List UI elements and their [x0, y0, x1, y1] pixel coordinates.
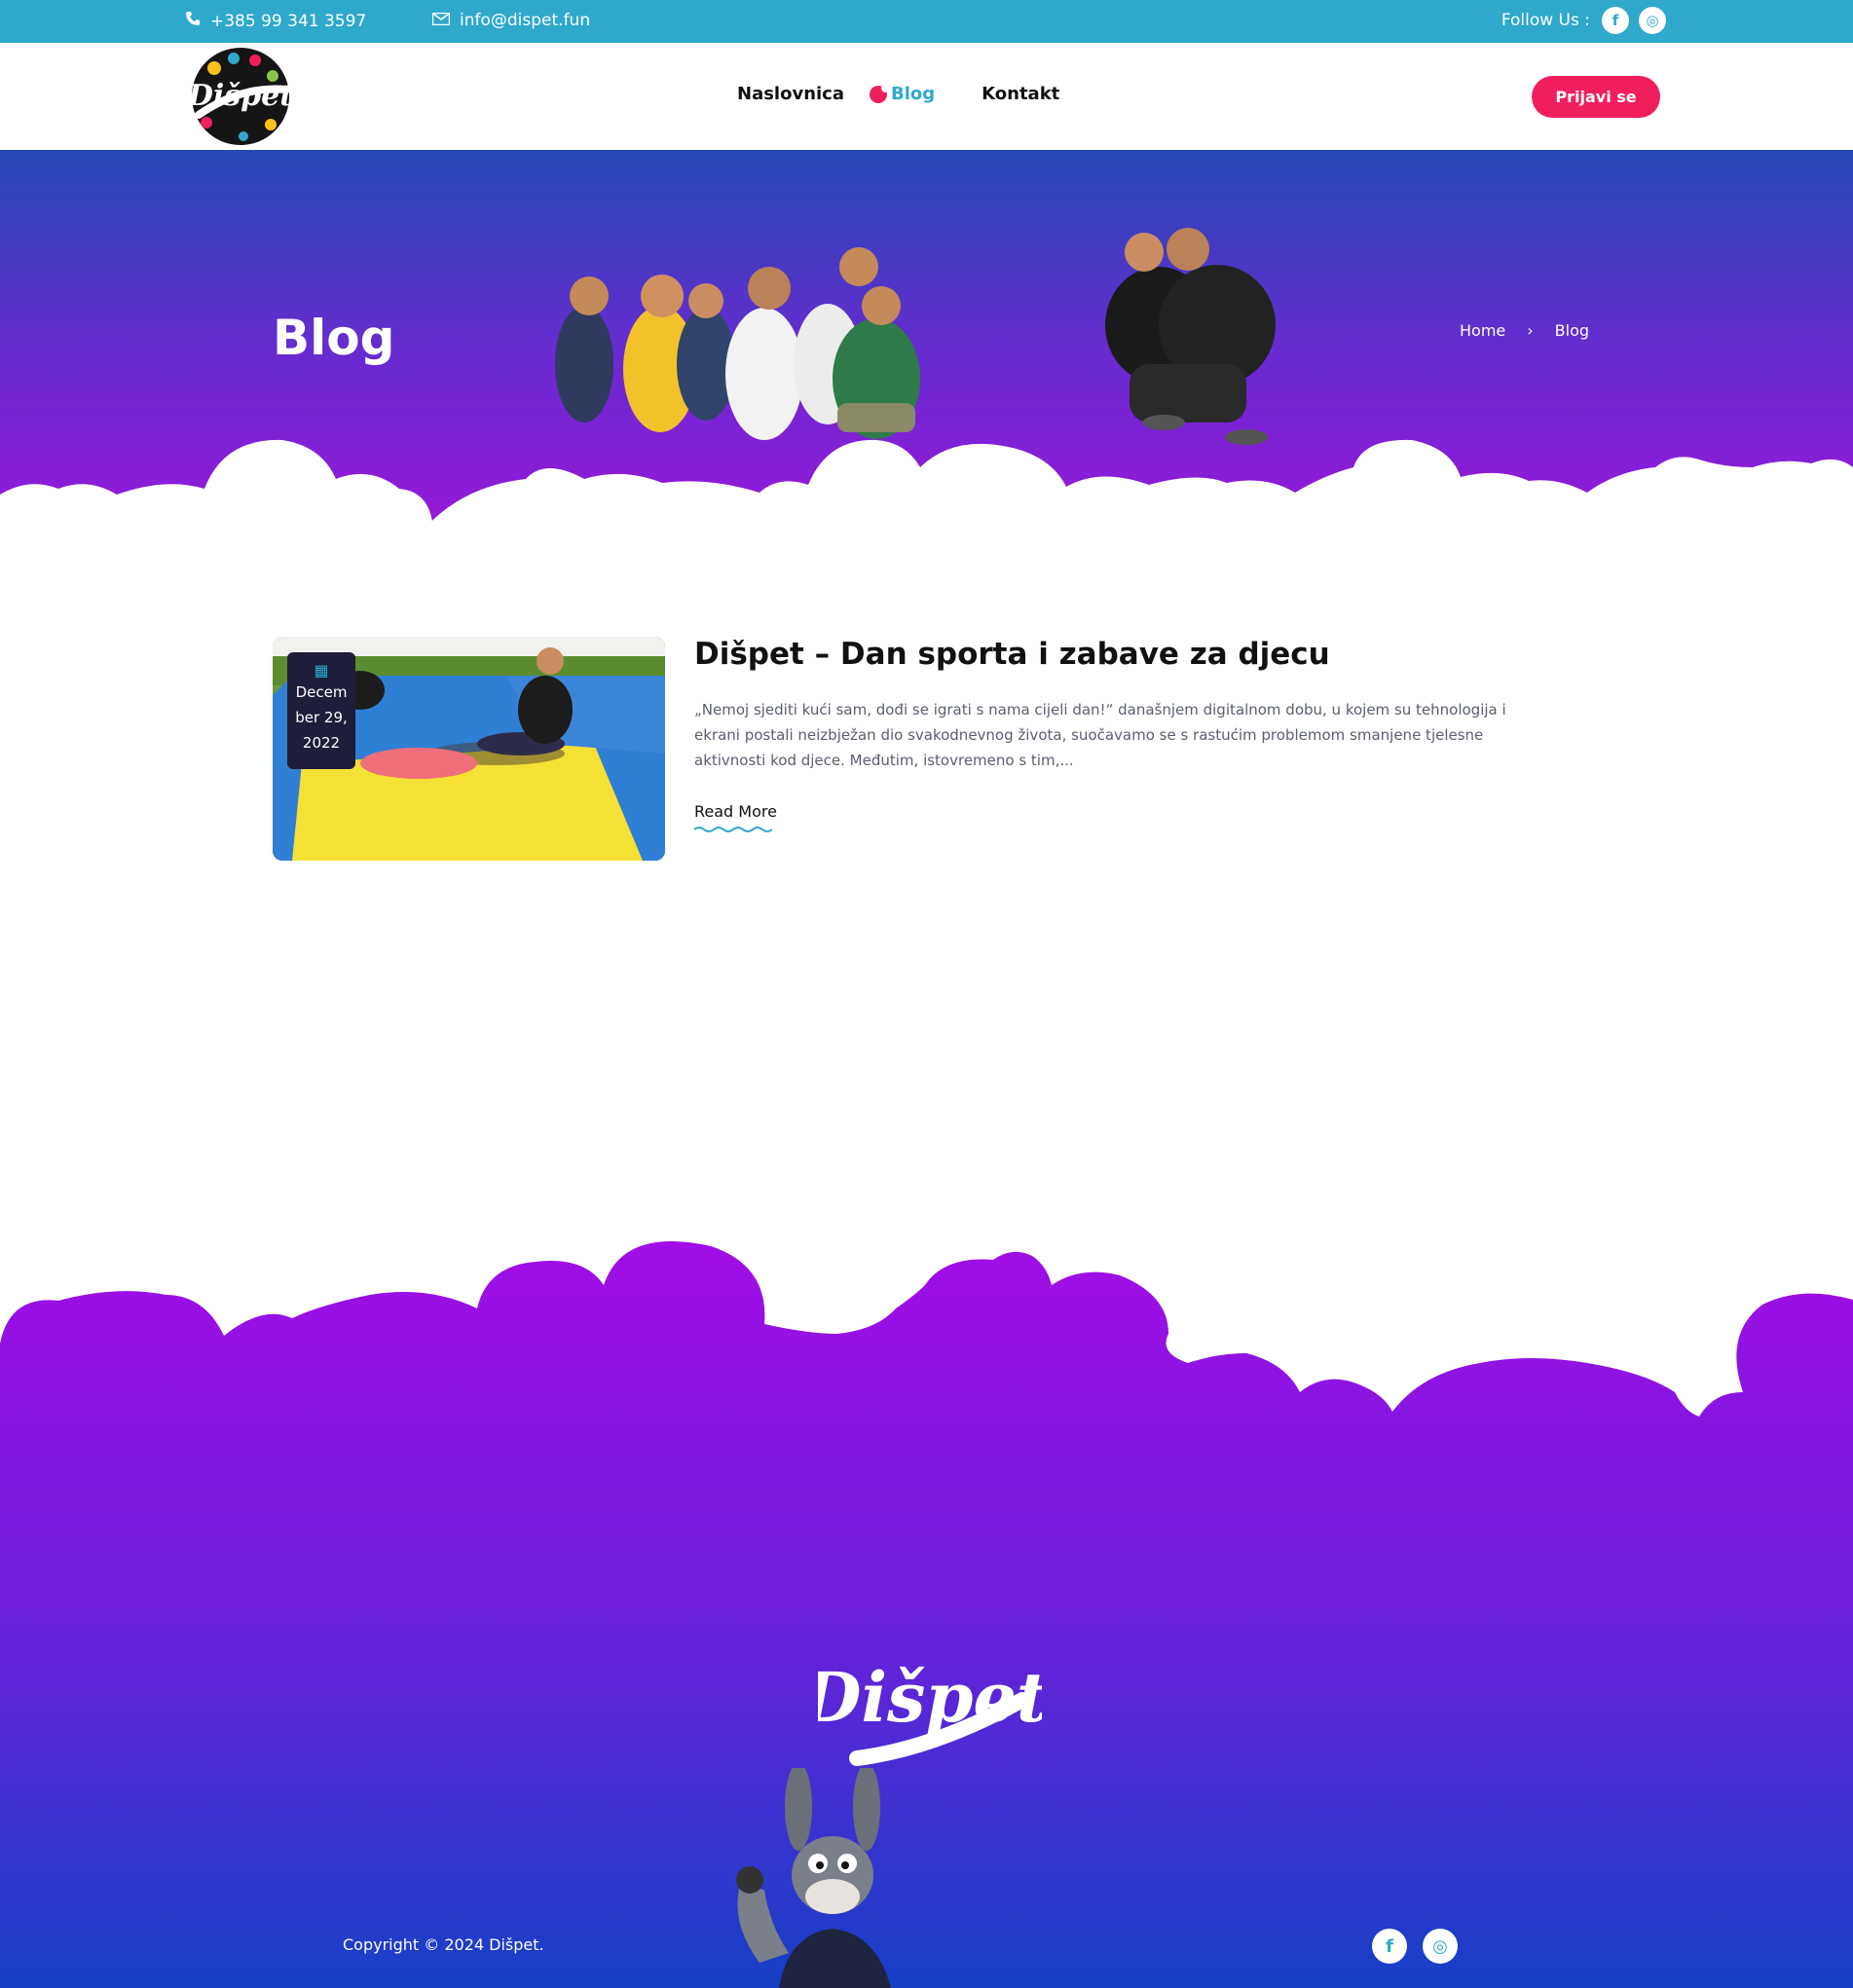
hero-photo-children [555, 228, 1276, 445]
nav-item-blog[interactable]: Blog [870, 83, 936, 104]
main-nav: Naslovnica Blog Kontakt [737, 83, 1085, 104]
phone-number: +385 99 341 3597 [210, 11, 367, 31]
footer-instagram-icon[interactable]: ◎ [1423, 1929, 1458, 1964]
footer-background [0, 1241, 1853, 1988]
phone-contact[interactable]: +385 99 341 3597 [185, 11, 366, 31]
follow-us: Follow Us : f ◎ [1501, 7, 1666, 34]
post-date-line1: Decem [295, 683, 348, 701]
nav-item-kontakt[interactable]: Kontakt [982, 84, 1059, 104]
email-contact[interactable]: info@dispet.fun [431, 11, 591, 30]
logo-text: Dišpet [187, 79, 293, 113]
post-date-line2: ber 29, [295, 709, 348, 726]
instagram-icon[interactable]: ◎ [1639, 7, 1666, 34]
read-more-underline [694, 827, 772, 832]
follow-label: Follow Us : [1501, 11, 1590, 30]
breadcrumb: Home › Blog [1460, 321, 1589, 340]
active-blob-icon [870, 83, 890, 103]
post-date-line3: 2022 [302, 734, 341, 752]
breadcrumb-current: Blog [1554, 321, 1590, 340]
copyright-text: Copyright © 2024 Dišpet. [343, 1935, 544, 1954]
email-address: info@dispet.fun [460, 11, 591, 30]
nav-item-blog-label: Blog [891, 84, 936, 104]
footer-facebook-icon[interactable]: f [1372, 1929, 1407, 1964]
post-date-badge: ▦ Decem ber 29, 2022 [287, 652, 355, 769]
post-title[interactable]: Dišpet – Dan sporta i zabave za djecu [694, 637, 1330, 672]
nav-item-naslovnica[interactable]: Naslovnica [737, 84, 844, 104]
phone-icon [185, 11, 201, 31]
footer-logo[interactable]: Dišpet [800, 1641, 1048, 1782]
footer-logo-text: Dišpet [818, 1657, 1042, 1738]
breadcrumb-home[interactable]: Home [1460, 321, 1505, 340]
post-excerpt: „Nemoj sjediti kući sam, dođi se igrati … [694, 701, 1506, 769]
facebook-icon[interactable]: f [1602, 7, 1629, 34]
donkey-mascot-illustration [736, 1768, 891, 1988]
site-header: Dišpet Naslovnica Blog Kontakt Prijavi s… [0, 43, 1853, 150]
mail-icon [431, 11, 451, 30]
post-thumbnail[interactable]: ▦ Decem ber 29, 2022 [273, 637, 665, 861]
page-title: Blog [273, 310, 395, 366]
read-more-link[interactable]: Read More [694, 802, 777, 821]
top-bar: +385 99 341 3597 info@dispet.fun Follow … [0, 0, 1853, 43]
hero-cloud-divider [0, 439, 1853, 535]
calendar-icon: ▦ [314, 661, 329, 680]
signup-button[interactable]: Prijavi se [1532, 76, 1660, 118]
site-logo[interactable]: Dišpet [185, 47, 296, 146]
breadcrumb-separator: › [1527, 321, 1534, 340]
page-hero: Blog Home › Blog [0, 150, 1853, 535]
